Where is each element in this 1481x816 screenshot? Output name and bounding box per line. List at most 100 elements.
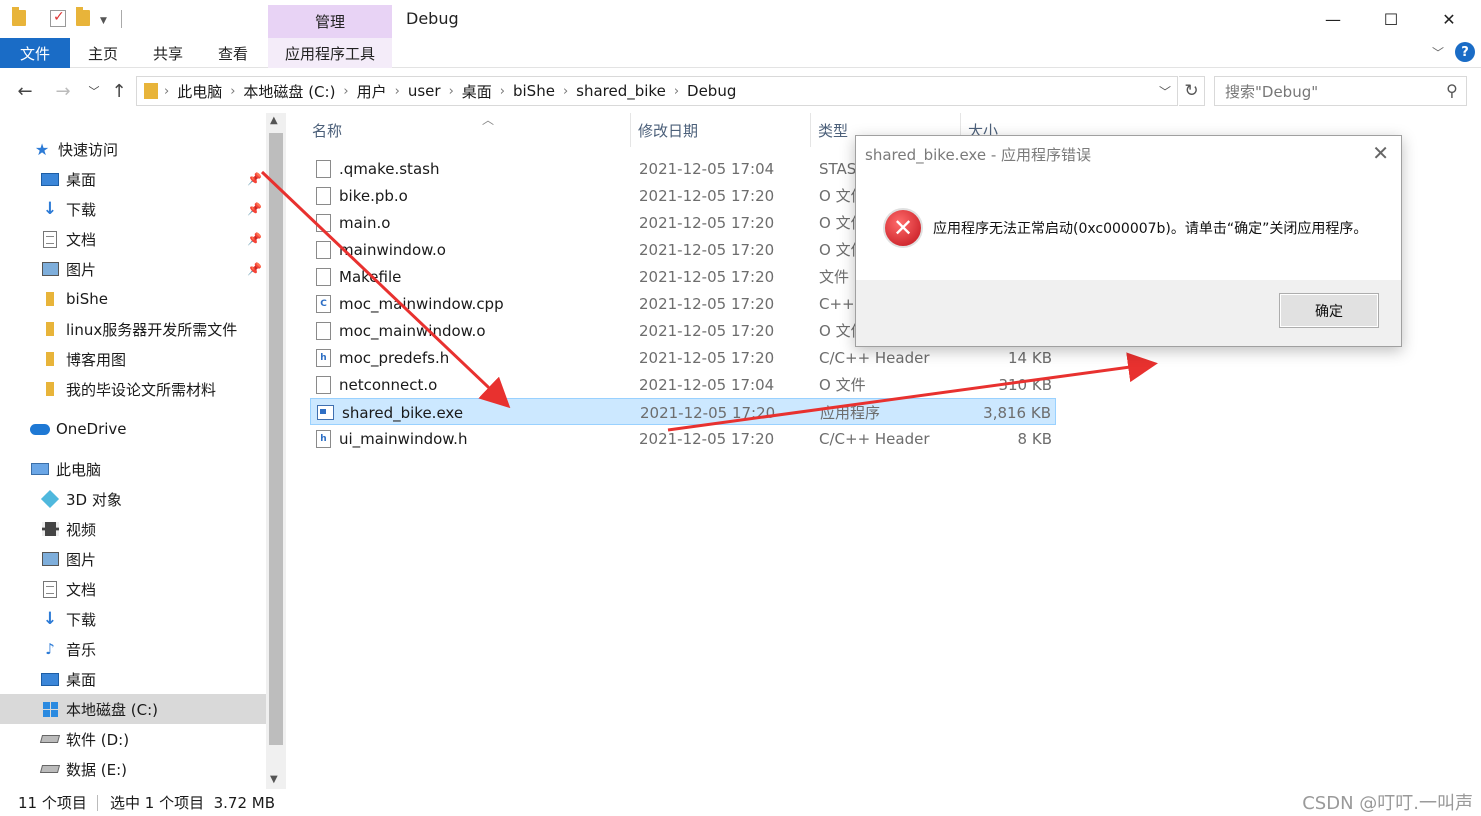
tab-view[interactable]: 查看 (210, 38, 256, 68)
chevron-right-icon[interactable]: › (561, 84, 570, 99)
chevron-right-icon[interactable]: › (162, 84, 171, 99)
sidebar-item-quick-access[interactable]: ★ 快速访问 (0, 134, 266, 164)
breadcrumb-item[interactable]: Debug (681, 82, 742, 100)
sidebar-item-thesis-materials[interactable]: 我的毕设论文所需材料 (0, 374, 266, 404)
chevron-right-icon[interactable]: › (447, 84, 456, 99)
file-row[interactable]: h moc_predefs.h 2021-12-05 17:20 C/C++ He… (310, 344, 1056, 371)
chevron-right-icon[interactable]: › (393, 84, 402, 99)
column-divider[interactable] (630, 113, 631, 147)
file-name: Makefile (339, 267, 402, 286)
breadcrumb-item[interactable]: shared_bike (570, 82, 672, 100)
sidebar-item-documents-pc[interactable]: 文档 (0, 574, 266, 604)
refresh-button[interactable]: ↻ (1179, 76, 1205, 106)
new-folder-icon[interactable] (76, 7, 90, 26)
sidebar-item-3d-objects[interactable]: 3D 对象 (0, 484, 266, 514)
sidebar-item-drive-e[interactable]: 数据 (E:) (0, 754, 266, 784)
file-row[interactable]: h ui_mainwindow.h 2021-12-05 17:20 C/C++ … (310, 425, 1056, 452)
sidebar-item-label: 桌面 (66, 670, 97, 689)
breadcrumb-item[interactable]: user (402, 82, 447, 100)
pin-icon[interactable]: 📌 (247, 232, 262, 246)
forward-button[interactable]: → (52, 80, 74, 102)
file-name: mainwindow.o (339, 240, 446, 259)
chevron-right-icon[interactable]: › (498, 84, 507, 99)
sidebar-item-bishe[interactable]: biShe (0, 284, 266, 314)
star-icon: ★ (34, 139, 50, 159)
sidebar-item-documents[interactable]: 文档 📌 (0, 224, 266, 254)
sidebar-item-blog-images[interactable]: 博客用图 (0, 344, 266, 374)
sidebar-scrollbar[interactable]: ▲ ▼ (266, 113, 286, 789)
scroll-down-icon[interactable]: ▼ (270, 774, 278, 785)
search-icon[interactable]: ⚲ (1446, 81, 1458, 100)
scroll-up-icon[interactable]: ▲ (270, 115, 278, 126)
breadcrumb: › 此电脑 › 本地磁盘 (C:) › 用户 › user › 桌面 › biS… (162, 81, 742, 102)
sidebar-item-downloads[interactable]: ↓ 下载 📌 (0, 194, 266, 224)
file-icon (316, 375, 331, 394)
dialog-footer: 确定 (856, 280, 1401, 346)
properties-icon[interactable] (50, 9, 66, 27)
breadcrumb-item[interactable]: biShe (507, 82, 561, 100)
sidebar-item-desktop[interactable]: 桌面 📌 (0, 164, 266, 194)
dialog-close-button[interactable]: ✕ (1372, 141, 1389, 165)
chevron-down-icon[interactable]: ﹀ (1159, 83, 1171, 100)
window-title: Debug (406, 9, 459, 28)
tab-file[interactable]: 文件 (0, 38, 70, 68)
file-size: 3,816 KB (983, 403, 1051, 422)
expand-ribbon-icon[interactable]: ﹀ (1432, 44, 1444, 61)
music-icon: ♪ (45, 640, 55, 658)
tab-manage[interactable]: 管理 (268, 5, 392, 38)
this-pc-icon (30, 460, 50, 478)
column-header-name[interactable]: 名称 ︿ (306, 113, 630, 147)
document-icon (40, 230, 60, 248)
sidebar-item-music[interactable]: ♪ 音乐 (0, 634, 266, 664)
sidebar-item-downloads-pc[interactable]: ↓ 下载 (0, 604, 266, 634)
chevron-right-icon[interactable]: › (672, 84, 681, 99)
help-icon[interactable]: ? (1455, 42, 1475, 62)
sidebar-item-pictures-pc[interactable]: 图片 (0, 544, 266, 574)
pin-icon[interactable]: 📌 (247, 262, 262, 276)
file-date: 2021-12-05 17:20 (640, 403, 776, 422)
column-header-date[interactable]: 修改日期 (632, 113, 810, 147)
sidebar-item-linux-files[interactable]: linux服务器开发所需文件 (0, 314, 266, 344)
minimize-button[interactable]: — (1310, 0, 1356, 38)
column-header-label: 修改日期 (638, 121, 699, 140)
close-button[interactable]: ✕ (1426, 0, 1472, 38)
scrollbar-thumb[interactable] (269, 133, 283, 745)
file-date: 2021-12-05 17:04 (639, 375, 775, 394)
sidebar-item-videos[interactable]: 视频 (0, 514, 266, 544)
chevron-down-icon[interactable]: ▼ (100, 16, 107, 26)
up-button[interactable]: ↑ (108, 80, 130, 102)
sidebar-item-drive-d[interactable]: 软件 (D:) (0, 724, 266, 754)
file-type: C/C++ Header (819, 348, 930, 367)
pin-icon[interactable]: 📌 (247, 172, 262, 186)
sort-ascending-icon: ︿ (482, 113, 495, 127)
tab-share[interactable]: 共享 (145, 38, 191, 68)
address-bar[interactable]: › 此电脑 › 本地磁盘 (C:) › 用户 › user › 桌面 › biS… (136, 76, 1178, 106)
sidebar-item-drive-c[interactable]: 本地磁盘 (C:) (0, 694, 266, 724)
maximize-button[interactable]: ☐ (1368, 0, 1414, 38)
file-row-selected[interactable]: shared_bike.exe 2021-12-05 17:20 应用程序 3,… (310, 398, 1056, 425)
sidebar-item-onedrive[interactable]: OneDrive (0, 414, 266, 444)
column-divider[interactable] (810, 113, 811, 147)
tab-application-tools[interactable]: 应用程序工具 (268, 38, 392, 68)
breadcrumb-item[interactable]: 桌面 (456, 81, 498, 102)
breadcrumb-item[interactable]: 本地磁盘 (C:) (237, 81, 341, 102)
file-date: 2021-12-05 17:20 (639, 213, 775, 232)
file-name: moc_mainwindow.cpp (339, 294, 504, 313)
pin-icon[interactable]: 📌 (247, 202, 262, 216)
tab-home[interactable]: 主页 (80, 38, 126, 68)
chevron-right-icon[interactable]: › (228, 84, 237, 99)
sidebar-item-label: 博客用图 (66, 350, 127, 369)
chevron-right-icon[interactable]: › (341, 84, 350, 99)
recent-locations-button[interactable]: ﹀ (83, 80, 105, 102)
file-name: main.o (339, 213, 391, 232)
sidebar-item-pictures[interactable]: 图片 📌 (0, 254, 266, 284)
breadcrumb-item[interactable]: 此电脑 (171, 81, 228, 102)
sidebar-item-desktop-pc[interactable]: 桌面 (0, 664, 266, 694)
file-row[interactable]: netconnect.o 2021-12-05 17:04 O 文件 310 K… (310, 371, 1056, 398)
search-input[interactable]: 搜索"Debug" ⚲ (1214, 76, 1467, 106)
ok-button[interactable]: 确定 (1279, 293, 1379, 328)
sidebar-item-this-pc[interactable]: 此电脑 (0, 454, 266, 484)
breadcrumb-item[interactable]: 用户 (351, 81, 393, 102)
back-button[interactable]: ← (14, 80, 36, 102)
navigation-pane: ★ 快速访问 桌面 📌 ↓ 下载 📌 文档 📌 图片 📌 biShe linux… (0, 113, 266, 789)
